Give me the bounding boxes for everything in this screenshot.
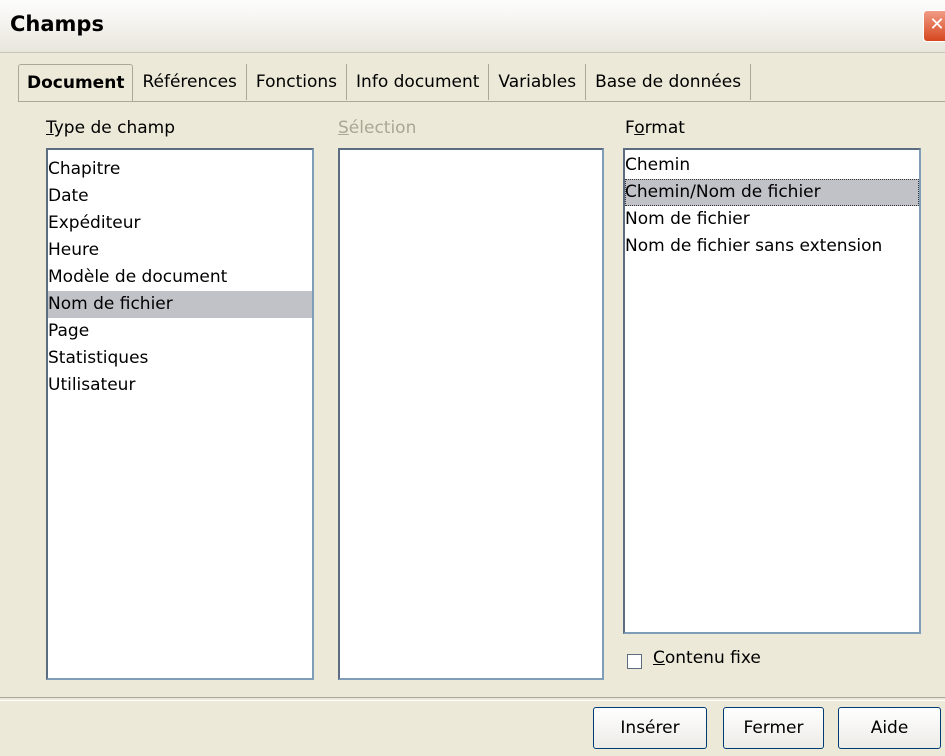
close-button[interactable]: Fermer	[723, 707, 824, 749]
list-item[interactable]: Page	[48, 318, 312, 345]
tab-document-info[interactable]: Info document	[347, 64, 490, 100]
tab-document[interactable]: Document	[18, 64, 134, 102]
fixed-content-checkbox[interactable]	[627, 654, 642, 669]
selection-list[interactable]	[338, 148, 604, 680]
list-item-selected[interactable]: Chemin/Nom de fichier	[625, 179, 919, 206]
field-type-label: Type de champ	[46, 118, 176, 138]
insert-button[interactable]: Insérer	[593, 707, 707, 749]
title-bar: Champs ✕	[0, 0, 945, 53]
tab-variables[interactable]: Variables	[489, 64, 587, 100]
list-item[interactable]: Date	[48, 183, 312, 210]
tab-references[interactable]: Références	[133, 64, 247, 100]
close-icon[interactable]: ✕	[923, 10, 945, 42]
tab-database[interactable]: Base de données	[586, 64, 752, 100]
format-list[interactable]: Chemin Chemin/Nom de fichier Nom de fich…	[623, 148, 921, 634]
list-item[interactable]: Modèle de document	[48, 264, 312, 291]
tab-bar: Document Références Fonctions Info docum…	[18, 64, 752, 102]
selection-label: Sélection	[338, 118, 417, 138]
help-button[interactable]: Aide	[838, 707, 941, 749]
field-type-list[interactable]: Chapitre Date Expéditeur Heure Modèle de…	[46, 148, 314, 680]
list-item[interactable]: Statistiques	[48, 345, 312, 372]
format-label: Format	[625, 118, 685, 138]
list-item[interactable]: Chapitre	[48, 156, 312, 183]
list-item[interactable]: Utilisateur	[48, 372, 312, 399]
footer-separator	[0, 697, 945, 701]
list-item-selected[interactable]: Nom de fichier	[48, 291, 312, 318]
tab-functions[interactable]: Fonctions	[247, 64, 348, 100]
dialog-title: Champs	[10, 12, 104, 36]
fields-dialog: Champs ✕ Document Références Fonctions I…	[0, 0, 945, 756]
fixed-content-label[interactable]: Contenu fixe	[653, 648, 761, 668]
list-item[interactable]: Expéditeur	[48, 210, 312, 237]
list-item[interactable]: Heure	[48, 237, 312, 264]
list-item[interactable]: Chemin	[625, 152, 919, 179]
list-item[interactable]: Nom de fichier sans extension	[625, 233, 919, 260]
list-item[interactable]: Nom de fichier	[625, 206, 919, 233]
